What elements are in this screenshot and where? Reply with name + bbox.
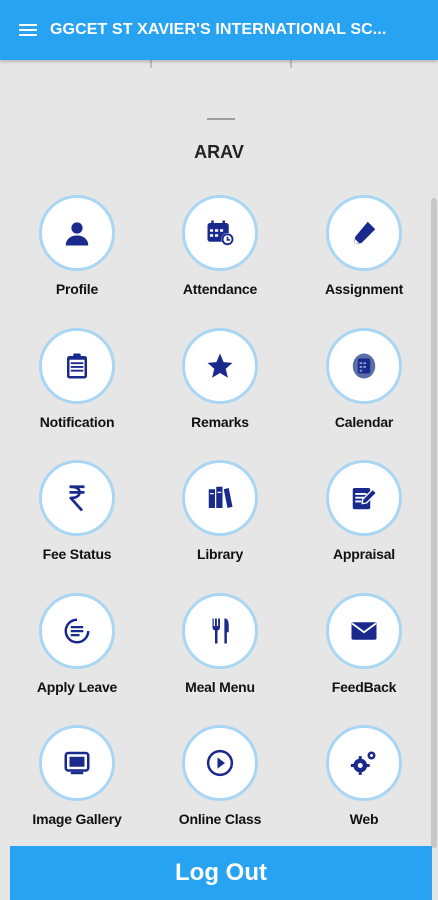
- star-icon: [207, 353, 233, 378]
- tile-assignment[interactable]: Assignment: [292, 195, 436, 315]
- tile-circle: [182, 460, 258, 536]
- tile-apply-leave[interactable]: Apply Leave: [5, 593, 149, 713]
- clipboard-icon: [67, 353, 87, 379]
- tile-calendar[interactable]: Calendar: [292, 328, 436, 448]
- tile-label: Apply Leave: [36, 679, 118, 695]
- tile-label: Library: [196, 546, 244, 562]
- logout-button[interactable]: Log Out: [10, 846, 432, 900]
- tile-meal-menu[interactable]: Meal Menu: [148, 593, 292, 713]
- tile-circle: [39, 593, 115, 669]
- tile-circle: [39, 195, 115, 271]
- tile-label: Attendance: [182, 281, 258, 297]
- play-icon: [206, 749, 234, 777]
- tile-label: FeedBack: [331, 679, 397, 695]
- app-bar: GGCET ST XAVIER'S INTERNATIONAL SC...: [0, 0, 438, 60]
- tile-circle: [326, 725, 402, 801]
- tile-label: Notification: [39, 414, 115, 430]
- tile-remarks[interactable]: Remarks: [148, 328, 292, 448]
- tile-label: Meal Menu: [185, 679, 255, 695]
- calendar-clock-icon: [207, 220, 234, 246]
- person-icon: [65, 222, 89, 246]
- tile-circle: [39, 725, 115, 801]
- menu-icon[interactable]: [0, 0, 50, 60]
- tile-library[interactable]: Library: [148, 460, 292, 580]
- tile-appraisal[interactable]: Appraisal: [292, 460, 436, 580]
- tile-label: Image Gallery: [32, 811, 122, 827]
- books-icon: [208, 486, 233, 508]
- mail-icon: [351, 622, 377, 640]
- tile-label: Profile: [55, 281, 99, 297]
- student-name: ARAV: [194, 142, 244, 162]
- tile-circle: [326, 460, 402, 536]
- tile-attendance[interactable]: Attendance: [148, 195, 292, 315]
- tile-circle: [182, 328, 258, 404]
- divider: [290, 60, 292, 68]
- leave-form-icon: [64, 618, 90, 644]
- divider: [150, 60, 152, 68]
- gears-icon: [350, 751, 376, 775]
- tile-image-gallery[interactable]: Image Gallery: [5, 725, 149, 845]
- pencil-icon: [354, 221, 376, 245]
- tile-label: Remarks: [191, 414, 249, 430]
- cutlery-icon: [212, 618, 229, 644]
- tile-label: Appraisal: [333, 546, 395, 562]
- tile-circle: [182, 195, 258, 271]
- tile-fee-status[interactable]: Fee Status: [5, 460, 149, 580]
- tile-online-class[interactable]: Online Class: [148, 725, 292, 845]
- tile-circle: [182, 725, 258, 801]
- tile-label: Calendar: [334, 414, 394, 430]
- student-header: ARAV: [0, 60, 438, 180]
- tile-label: Fee Status: [42, 546, 112, 562]
- tile-circle: [326, 195, 402, 271]
- edit-document-icon: [352, 488, 378, 510]
- tile-circle: [39, 328, 115, 404]
- tile-circle: [182, 593, 258, 669]
- calendar-icon: [352, 353, 376, 379]
- app-title: GGCET ST XAVIER'S INTERNATIONAL SC...: [50, 21, 387, 38]
- tile-notification[interactable]: Notification: [5, 328, 149, 448]
- tile-label: Web: [349, 811, 379, 827]
- tile-label: Online Class: [178, 811, 262, 827]
- tile-profile[interactable]: Profile: [5, 195, 149, 315]
- gallery-icon: [64, 751, 90, 775]
- tile-circle: [326, 593, 402, 669]
- tile-label: Assignment: [324, 281, 404, 297]
- tile-web[interactable]: Web: [292, 725, 436, 845]
- tile-circle: [326, 328, 402, 404]
- tile-feedback[interactable]: FeedBack: [292, 593, 436, 713]
- rupee-icon: [69, 485, 85, 512]
- tile-circle: [39, 460, 115, 536]
- divider: [207, 118, 235, 120]
